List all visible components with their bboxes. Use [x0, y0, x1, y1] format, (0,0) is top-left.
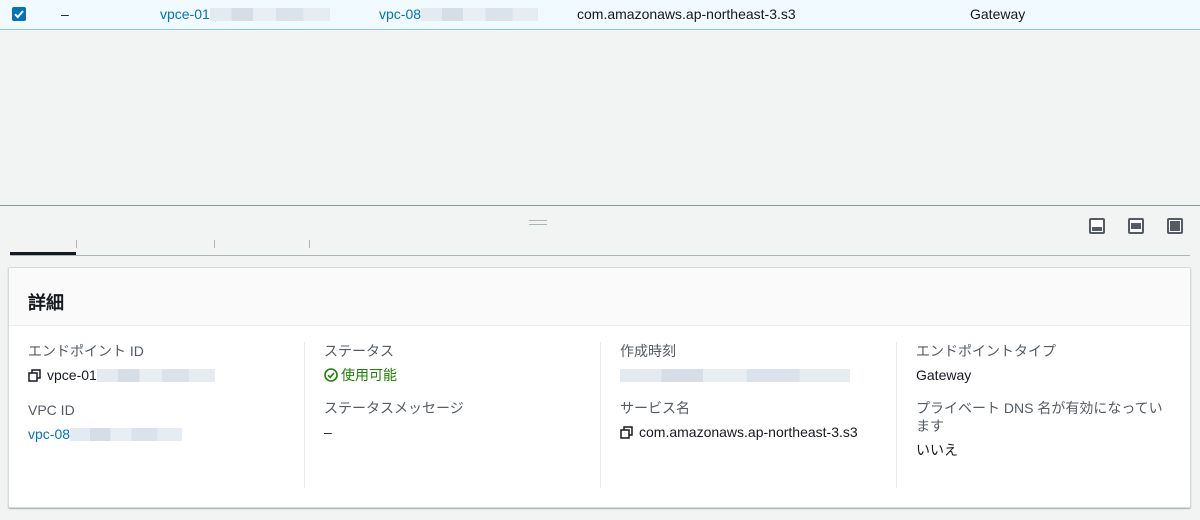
created-at-value: [620, 366, 900, 384]
tab-separator: [76, 240, 77, 248]
field-endpoint-id: エンドポイント ID vpce-01: [28, 342, 308, 386]
status-label: ステータス: [324, 343, 394, 359]
card-header: 詳細: [9, 268, 1190, 326]
endpoint-type-label: エンドポイントタイプ: [916, 343, 1056, 359]
details-column-3: 作成時刻 サービス名 com.amazonaws.ap-northeast-3.…: [620, 342, 900, 458]
table-row[interactable]: – vpce-01 vpc-08 com.amazonaws.ap-northe…: [0, 0, 1200, 30]
endpoint-id-label: エンドポイント ID: [28, 343, 144, 359]
card-title: 詳細: [28, 293, 64, 313]
row-service-name: com.amazonaws.ap-northeast-3.s3: [577, 6, 796, 22]
field-created-at: 作成時刻: [620, 342, 900, 384]
endpoint-id-link[interactable]: vpce-01: [160, 6, 210, 22]
copy-icon[interactable]: [620, 425, 633, 443]
tab-separator: [309, 240, 310, 248]
details-card: 詳細 エンドポイント ID vpce-01 VPC ID vpc-08 ステータ…: [8, 267, 1191, 508]
vpc-id-link[interactable]: vpc-08: [379, 6, 421, 22]
field-vpc-id: VPC ID vpc-08: [28, 401, 308, 443]
panel-full-icon[interactable]: [1167, 218, 1183, 234]
field-status-message: ステータスメッセージ –: [324, 399, 604, 441]
redacted-mask: [70, 428, 183, 441]
created-at-label: 作成時刻: [620, 343, 676, 359]
row-name: –: [61, 6, 69, 22]
private-dns-value: いいえ: [916, 442, 958, 458]
row-endpoint-id[interactable]: vpce-01: [160, 0, 330, 29]
redacted-mask: [96, 369, 215, 382]
redacted-mask: [209, 8, 330, 21]
private-dns-label: プライベート DNS 名が有効になっています: [916, 400, 1163, 434]
field-service-name: サービス名 com.amazonaws.ap-northeast-3.s3: [620, 399, 900, 443]
split-panel-divider[interactable]: [0, 205, 1200, 206]
redacted-mask: [620, 369, 850, 382]
row-endpoint-type: Gateway: [970, 6, 1026, 22]
vpc-id-link[interactable]: vpc-08: [28, 426, 70, 442]
panel-bottom-icon[interactable]: [1089, 218, 1105, 234]
status-text: 使用可能: [341, 367, 397, 383]
service-name-value: com.amazonaws.ap-northeast-3.s3: [620, 423, 900, 443]
detail-tabs: [10, 236, 1190, 256]
field-status: ステータス 使用可能: [324, 342, 604, 384]
row-vpc-id[interactable]: vpc-08: [379, 0, 539, 29]
details-column-1: エンドポイント ID vpce-01 VPC ID vpc-08: [28, 342, 308, 458]
field-endpoint-type: エンドポイントタイプ Gateway: [916, 342, 1196, 384]
tab-separator: [214, 240, 215, 248]
endpoint-id-text: vpce-01: [47, 367, 97, 383]
panel-split-icon[interactable]: [1128, 218, 1144, 234]
details-column-4: エンドポイントタイプ Gateway プライベート DNS 名が有効になっていま…: [916, 342, 1196, 474]
endpoint-type-value: Gateway: [916, 367, 972, 383]
vpc-id-value: vpc-08: [28, 425, 308, 443]
copy-icon[interactable]: [28, 368, 41, 386]
drag-handle-icon[interactable]: [529, 220, 547, 226]
endpoint-id-value: vpce-01: [28, 366, 308, 386]
redacted-mask: [421, 8, 539, 21]
table-empty-area: [0, 30, 1200, 205]
details-column-2: ステータス 使用可能 ステータスメッセージ –: [324, 342, 604, 456]
status-value: 使用可能: [324, 366, 604, 384]
checkbox-checked-icon: [14, 10, 24, 19]
row-checkbox[interactable]: [12, 7, 26, 21]
status-message-label: ステータスメッセージ: [324, 400, 464, 416]
status-message-value: –: [324, 424, 332, 440]
status-check-icon: [324, 368, 338, 382]
service-name-label: サービス名: [620, 400, 690, 416]
tab-details[interactable]: [10, 252, 76, 255]
vpc-id-label: VPC ID: [28, 402, 75, 418]
service-name-text: com.amazonaws.ap-northeast-3.s3: [639, 424, 858, 440]
field-private-dns: プライベート DNS 名が有効になっています いいえ: [916, 399, 1196, 459]
